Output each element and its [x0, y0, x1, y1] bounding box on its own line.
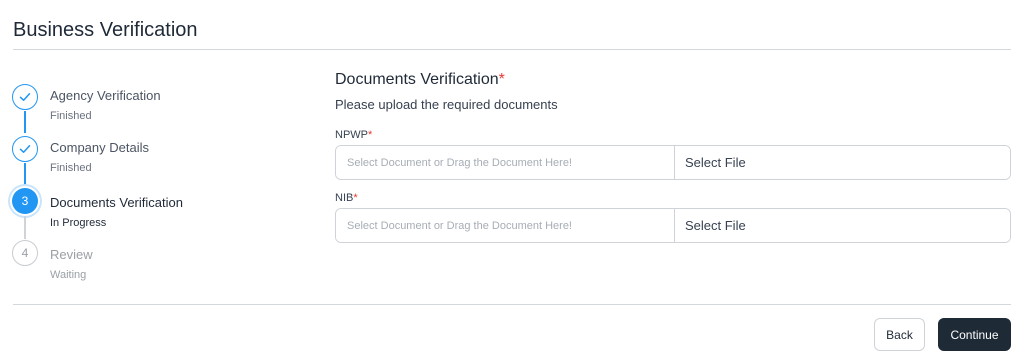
section-title-text: Documents Verification: [335, 71, 499, 88]
footer-divider: [13, 304, 1011, 305]
step-4-status: Waiting: [50, 269, 87, 281]
check-icon: [19, 93, 31, 101]
nib-document-input[interactable]: [336, 209, 674, 242]
step-connector: [24, 163, 26, 185]
nib-upload-field: Select File: [335, 208, 1011, 243]
back-button[interactable]: Back: [874, 318, 925, 351]
header-divider: [13, 49, 1011, 50]
section-title: Documents Verification*: [335, 71, 505, 89]
nib-select-file-button[interactable]: Select File: [674, 209, 1010, 242]
npwp-select-file-button[interactable]: Select File: [674, 146, 1010, 179]
nib-label: NIB*: [335, 192, 358, 204]
step-connector: [24, 111, 26, 133]
step-connector: [24, 216, 26, 239]
section-subtitle: Please upload the required documents: [335, 97, 558, 112]
continue-button[interactable]: Continue: [938, 318, 1011, 351]
check-icon: [19, 145, 31, 153]
progress-stepper: Agency Verification Finished Company Det…: [12, 80, 272, 290]
step-1-check-icon: [12, 84, 38, 110]
required-mark: *: [498, 71, 505, 88]
step-3-number: 3: [12, 188, 38, 214]
npwp-label-text: NPWP: [335, 129, 368, 141]
page-title: Business Verification: [13, 19, 198, 41]
step-4-title: Review: [50, 247, 93, 262]
step-3-status: In Progress: [50, 217, 107, 229]
required-mark: *: [353, 192, 358, 204]
nib-label-text: NIB: [335, 192, 354, 204]
step-3-title: Documents Verification: [50, 195, 183, 210]
step-2-title: Company Details: [50, 140, 149, 155]
step-4-number: 4: [12, 240, 38, 266]
npwp-upload-field: Select File: [335, 145, 1011, 180]
step-2-check-icon: [12, 136, 38, 162]
required-mark: *: [368, 129, 373, 141]
step-2-status: Finished: [50, 162, 92, 174]
npwp-document-input[interactable]: [336, 146, 674, 179]
step-1-status: Finished: [50, 110, 92, 122]
npwp-label: NPWP*: [335, 129, 372, 141]
step-1-title: Agency Verification: [50, 88, 161, 103]
